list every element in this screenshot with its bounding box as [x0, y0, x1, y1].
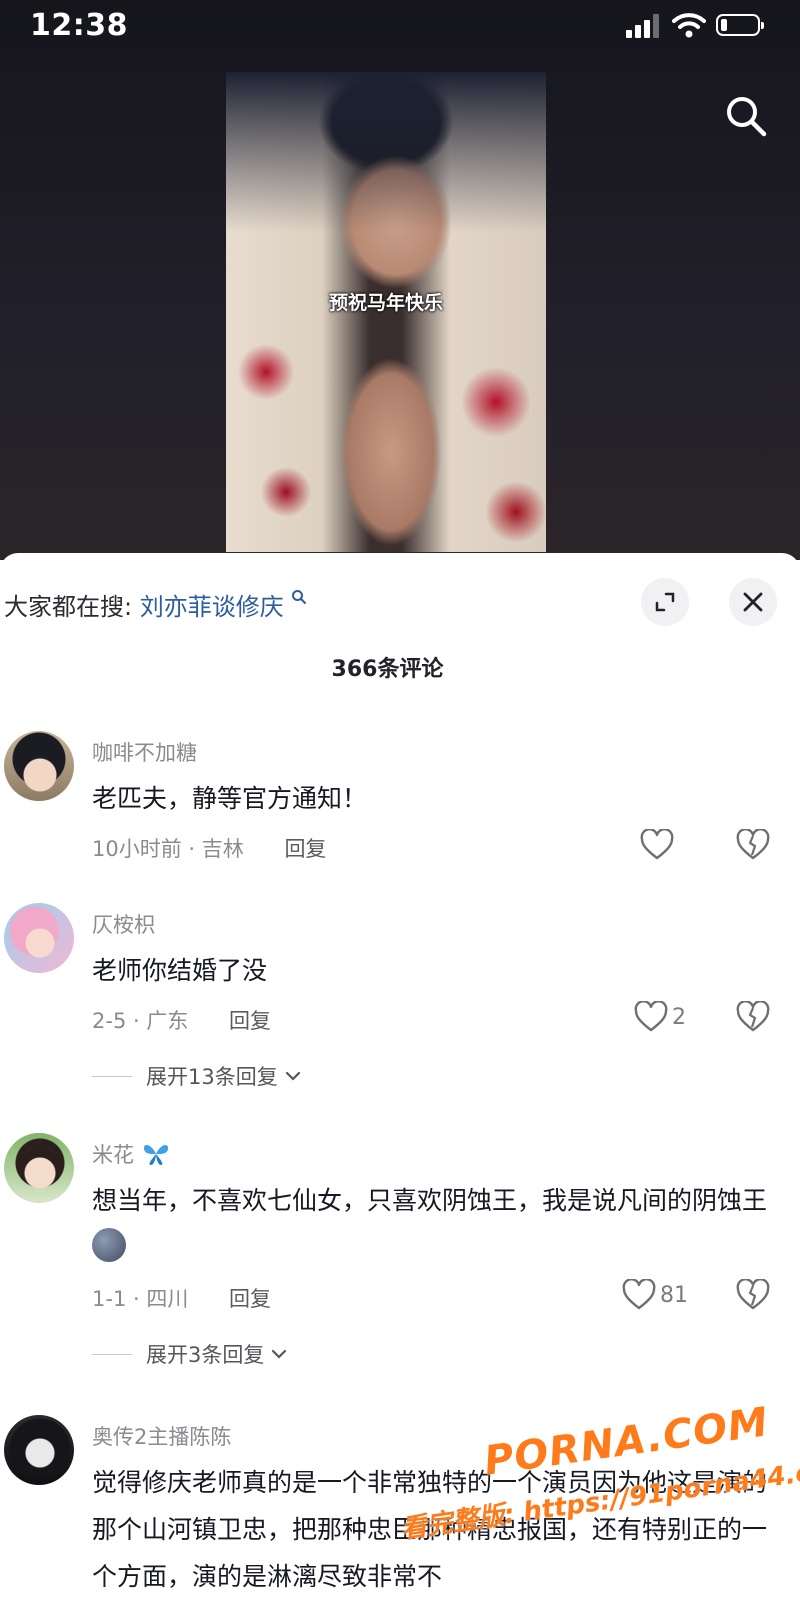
heart-icon	[640, 829, 674, 860]
comment-text: 老师你结婚了没	[92, 956, 268, 985]
butterfly-icon	[143, 1144, 168, 1165]
chevron-down-icon	[272, 1349, 287, 1359]
chevron-down-icon	[285, 1071, 300, 1081]
comment-time-location: 10小时前 · 吉林	[92, 837, 244, 861]
dislike-icon	[736, 828, 770, 860]
expand-replies-label: 展开3条回复	[146, 1343, 265, 1367]
heart-icon	[634, 1001, 668, 1032]
video-thumbnail[interactable]: 预祝马年快乐	[226, 72, 546, 552]
video-caption: 预祝马年快乐	[328, 292, 443, 314]
status-bar: 12:38	[0, 0, 800, 54]
username-text: 米花	[92, 1143, 134, 1167]
username[interactable]: 米花	[92, 1139, 171, 1169]
comment-count: 366条评论	[331, 657, 444, 682]
username[interactable]: 咖啡不加糖	[92, 737, 197, 767]
heart-icon	[622, 1279, 656, 1310]
search-icon[interactable]	[722, 92, 770, 140]
username[interactable]: 奥传2主播陈陈	[92, 1421, 231, 1451]
close-icon	[743, 592, 763, 612]
expand-replies-label: 展开13条回复	[146, 1065, 278, 1089]
small-search-icon	[292, 590, 307, 604]
video-area[interactable]: 12:38 预祝马年快乐	[0, 0, 800, 560]
avatar[interactable]	[4, 903, 74, 973]
hot-search-term[interactable]: 刘亦菲谈修庆	[140, 593, 284, 621]
username[interactable]: 仄桉枳	[92, 909, 155, 939]
emoji-icon	[92, 1228, 126, 1262]
avatar[interactable]	[4, 731, 74, 801]
dislike-button[interactable]	[736, 1278, 770, 1315]
like-button[interactable]	[640, 829, 678, 861]
like-button[interactable]: 81	[622, 1279, 688, 1311]
close-button[interactable]	[729, 578, 777, 626]
comment-meta: 2-5 · 广东 回复	[92, 1005, 271, 1035]
like-button[interactable]: 2	[634, 1001, 686, 1033]
dislike-icon	[736, 1000, 770, 1032]
comment-text-content: 想当年，不喜欢七仙女，只喜欢阴蚀王，我是说凡间的阴蚀王	[92, 1186, 768, 1215]
hot-search-prefix: 大家都在搜:	[4, 593, 133, 621]
reply-button[interactable]: 回复	[229, 1009, 271, 1033]
expand-replies-button[interactable]: 展开3条回复	[92, 1339, 288, 1369]
like-count: 2	[672, 1004, 686, 1030]
comment-meta: 10小时前 · 吉林 回复	[92, 833, 326, 863]
comment-time-location: 1-1 · 四川	[92, 1287, 189, 1311]
signal-icon	[626, 14, 662, 38]
hot-search-bar[interactable]: 大家都在搜: 刘亦菲谈修庆	[4, 587, 307, 622]
like-count: 81	[660, 1282, 688, 1308]
comment-text: 想当年，不喜欢七仙女，只喜欢阴蚀王，我是说凡间的阴蚀王	[92, 1177, 772, 1271]
dislike-button[interactable]	[736, 1000, 770, 1037]
comments-sheet: 大家都在搜: 刘亦菲谈修庆 366条评论 咖啡不加糖 老匹夫，静等官方通知！ 1…	[0, 553, 800, 1597]
comment-text: 觉得修庆老师真的是一个非常独特的一个演员因为他这是演的那个山河镇卫忠，把那种忠臣…	[92, 1468, 768, 1591]
wifi-icon	[672, 13, 706, 38]
comment-time-location: 2-5 · 广东	[92, 1009, 189, 1033]
reply-button[interactable]: 回复	[229, 1287, 271, 1311]
expand-icon	[655, 592, 675, 612]
status-time: 12:38	[30, 8, 128, 43]
expand-button[interactable]	[641, 578, 689, 626]
avatar[interactable]	[4, 1133, 74, 1203]
battery-icon	[716, 14, 764, 36]
reply-button[interactable]: 回复	[284, 837, 326, 861]
avatar[interactable]	[4, 1415, 74, 1485]
dislike-icon	[736, 1278, 770, 1310]
dislike-button[interactable]	[736, 828, 770, 865]
comment-meta: 1-1 · 四川 回复	[92, 1283, 271, 1313]
expand-replies-button[interactable]: 展开13条回复	[92, 1061, 302, 1091]
comment-text: 老匹夫，静等官方通知！	[92, 784, 368, 813]
